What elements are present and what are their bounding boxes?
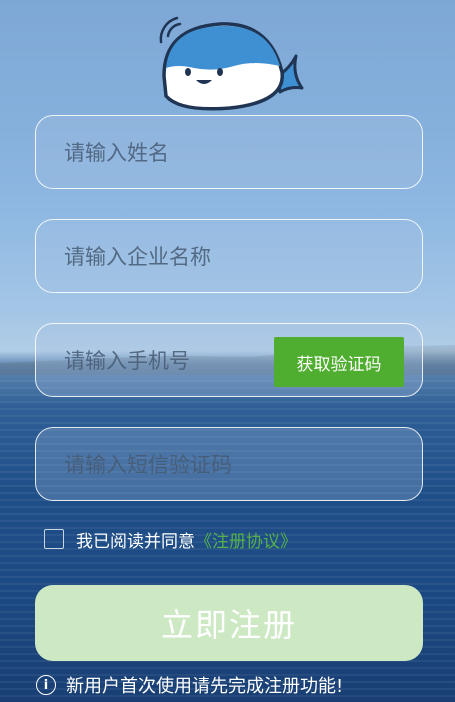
company-input[interactable] — [62, 220, 386, 294]
agreement-text: 我已阅读并同意 — [76, 531, 195, 552]
info-icon: i — [36, 675, 56, 695]
agreement-checkbox[interactable] — [44, 529, 64, 549]
get-code-button[interactable]: 获取验证码 — [274, 337, 404, 387]
tip-row: i 新用户首次使用请先完成注册功能! — [36, 672, 343, 698]
agreement-link[interactable]: 《注册协议》 — [195, 527, 297, 552]
whale-mascot-logo — [159, 16, 304, 111]
sms-code-input[interactable] — [62, 428, 386, 502]
name-input[interactable] — [62, 116, 386, 190]
register-button[interactable]: 立即注册 — [35, 585, 423, 661]
name-field[interactable] — [35, 115, 423, 190]
company-field[interactable] — [35, 219, 423, 294]
phone-input[interactable] — [62, 324, 286, 398]
tip-text: 新用户首次使用请先完成注册功能! — [66, 676, 344, 697]
sms-code-field[interactable] — [35, 427, 423, 502]
phone-field[interactable]: 获取验证码 — [35, 323, 423, 398]
agreement-row: 我已阅读并同意 《注册协议》 — [44, 527, 297, 552]
